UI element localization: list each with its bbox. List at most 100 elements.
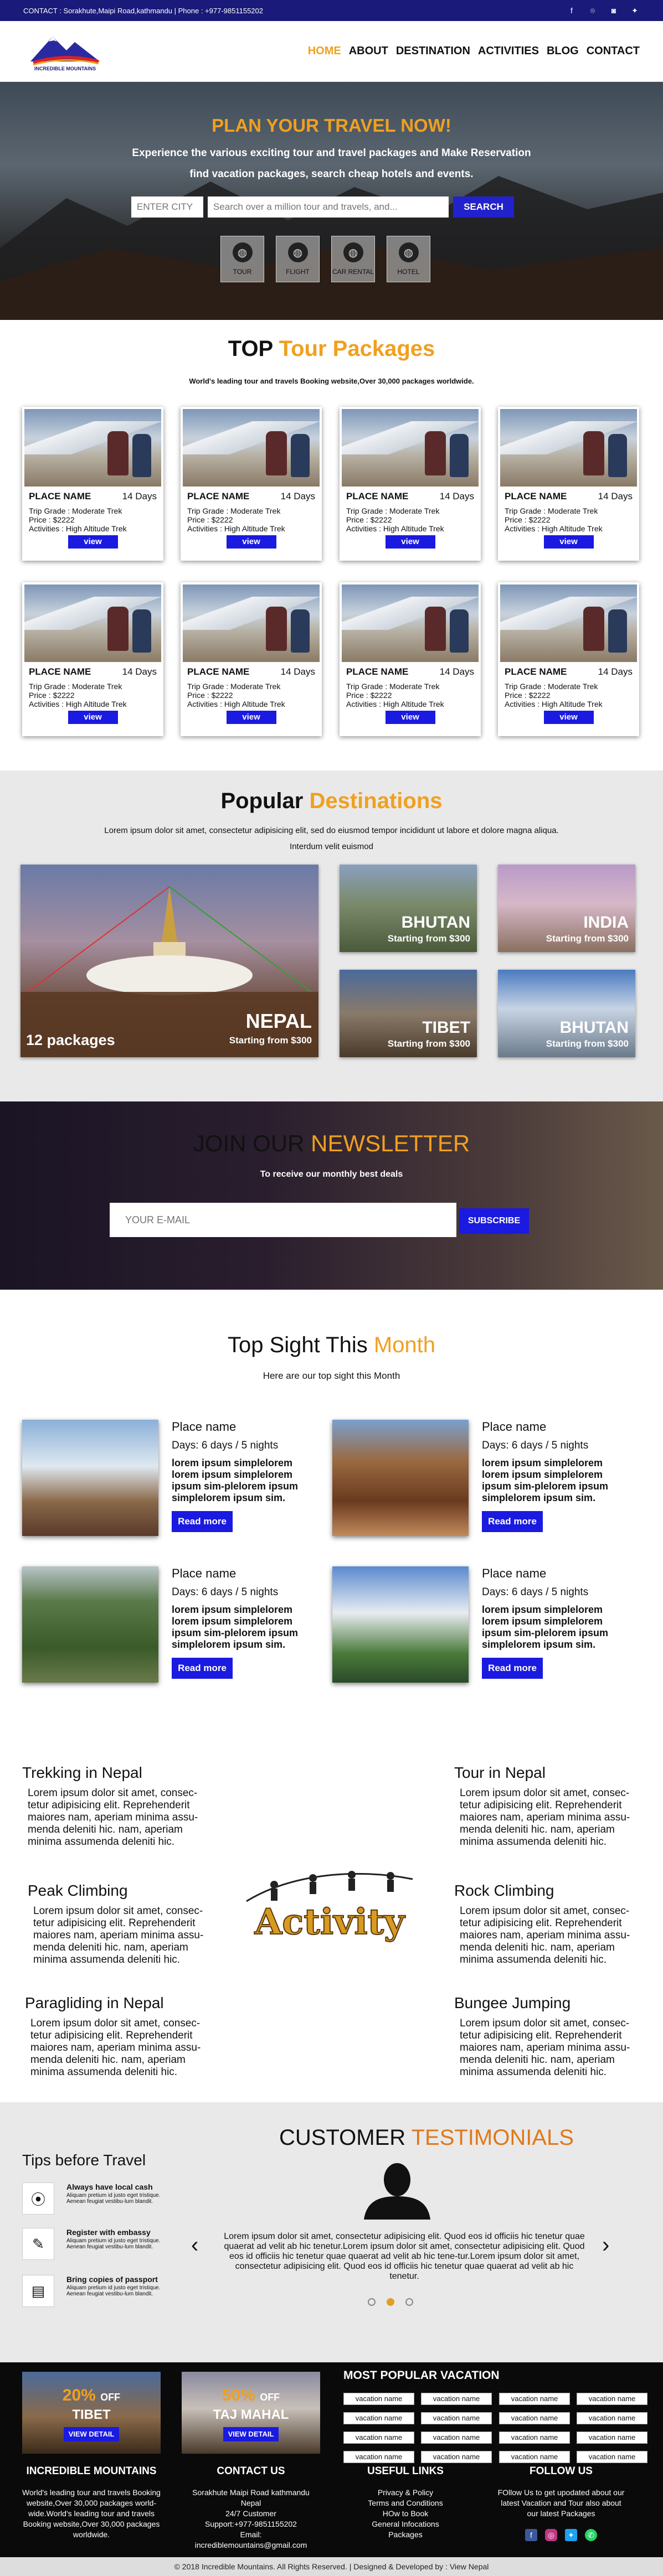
vacation-tag[interactable]: vacation name <box>577 2432 647 2444</box>
activity-item[interactable]: Rock Climbing Lorem ipsum dolor sit amet,… <box>454 1882 643 1966</box>
newsletter-section <box>0 1101 663 1290</box>
vacation-tag[interactable]: vacation name <box>499 2393 570 2405</box>
package-count: 12 packages <box>26 1032 115 1048</box>
carousel-dot[interactable] <box>405 2298 413 2306</box>
tips-title: Tips before Travel <box>22 2151 146 2169</box>
subscribe-button[interactable]: SUBSCRIBE <box>459 1208 529 1234</box>
vacation-tag[interactable]: vacation name <box>421 2393 492 2405</box>
view-button[interactable]: view <box>543 711 594 724</box>
newsletter-email-input[interactable] <box>110 1203 456 1237</box>
activity-item[interactable]: Bungee Jumping Lorem ipsum dolor sit amet… <box>454 1994 643 2078</box>
read-more-button[interactable]: Read more <box>482 1658 543 1679</box>
footer-link[interactable]: Terms and Conditions <box>339 2498 472 2508</box>
twitter-icon[interactable]: ✦ <box>565 2529 577 2541</box>
nav-activities[interactable]: ACTIVITIES <box>478 45 539 58</box>
footer-follow-text: FOllow Us to get upodated about our late… <box>497 2488 625 2518</box>
destination-india[interactable]: INDIA Starting from $300 <box>498 865 635 952</box>
category-tour[interactable]: ◍ TOUR <box>220 236 264 282</box>
category-flight[interactable]: ◍ FLIGHT <box>276 236 320 282</box>
vacation-tag[interactable]: vacation name <box>343 2393 414 2405</box>
facebook-icon[interactable]: f <box>567 6 577 15</box>
offer-card-taj-mahal[interactable]: 50% OFF TAJ MAHAL VIEW DETAIL <box>182 2372 320 2454</box>
vacation-tag[interactable]: vacation name <box>499 2412 570 2424</box>
read-more-button[interactable]: Read more <box>172 1511 233 1532</box>
vacation-tag[interactable]: vacation name <box>421 2432 492 2444</box>
footer-contact-line: Email: incrediblemountains@gmail.com <box>194 2530 307 2549</box>
offer-card-tibet[interactable]: 20% OFF TIBET VIEW DETAIL <box>22 2372 161 2454</box>
package-grade: Trip Grade : Moderate Trek <box>187 506 281 515</box>
view-button[interactable]: view <box>68 535 118 549</box>
carousel-dot-active[interactable] <box>387 2298 394 2306</box>
destination-bhutan-1[interactable]: BHUTAN Starting from $300 <box>340 865 477 952</box>
package-days: 14 Days <box>122 491 157 501</box>
destinations-title-b: Destinations <box>309 789 443 813</box>
nav-contact[interactable]: CONTACT <box>587 45 640 58</box>
search-input[interactable] <box>208 196 449 218</box>
footer-link[interactable]: Privacy & Policy <box>339 2487 472 2498</box>
vacation-tag[interactable]: vacation name <box>577 2451 647 2463</box>
package-days: 14 Days <box>439 666 474 677</box>
github-icon[interactable]: ⌾ <box>588 6 598 15</box>
view-button[interactable]: view <box>226 535 276 549</box>
instagram-icon[interactable]: ◙ <box>609 6 619 15</box>
city-input[interactable] <box>131 196 203 218</box>
view-detail-button[interactable]: VIEW DETAIL <box>64 2427 119 2441</box>
package-image <box>342 584 479 662</box>
view-detail-button[interactable]: VIEW DETAIL <box>223 2427 279 2441</box>
activity-item[interactable]: Tour in Nepal Lorem ipsum dolor sit amet,… <box>454 1764 643 1848</box>
activity-item[interactable]: Trekking in Nepal Lorem ipsum dolor sit a… <box>22 1764 210 1848</box>
destination-nepal[interactable]: 12 packages NEPAL Starting from $300 <box>20 865 318 1057</box>
twitter-icon[interactable]: ✦ <box>630 6 640 15</box>
package-price: Price : $2222 <box>346 515 392 524</box>
site-logo[interactable]: INCREDIBLE MOUNTAINS <box>28 28 102 75</box>
package-card: PLACE NAME 14 Days Trip Grade : Moderate T… <box>22 582 163 736</box>
package-grade: Trip Grade : Moderate Trek <box>505 506 598 515</box>
nav-home[interactable]: HOME <box>308 45 341 58</box>
vacation-tag[interactable]: vacation name <box>421 2412 492 2424</box>
read-more-button[interactable]: Read more <box>482 1511 543 1532</box>
copyright: © 2018 Incredible Mountains. All Rights … <box>0 2557 663 2576</box>
view-button[interactable]: view <box>68 711 118 724</box>
view-button[interactable]: view <box>543 535 594 549</box>
prev-arrow-icon[interactable]: ‹ <box>191 2233 198 2258</box>
destination-bhutan-2[interactable]: BHUTAN Starting from $300 <box>498 970 635 1057</box>
destination-price: Starting from $300 <box>229 1035 312 1046</box>
facebook-icon[interactable]: f <box>525 2529 537 2541</box>
whatsapp-icon[interactable]: ✆ <box>585 2529 597 2541</box>
activity-item[interactable]: Peak Climbing Lorem ipsum dolor sit amet,… <box>28 1882 216 1966</box>
vacation-tag[interactable]: vacation name <box>499 2432 570 2444</box>
nav-about[interactable]: ABOUT <box>349 45 388 58</box>
destination-price: Starting from $300 <box>387 1038 470 1049</box>
nav-blog[interactable]: BLOG <box>547 45 579 58</box>
view-button[interactable]: view <box>385 711 435 724</box>
view-button[interactable]: view <box>226 711 276 724</box>
nav-destination[interactable]: DESTINATION <box>396 45 470 58</box>
package-price: Price : $2222 <box>29 515 75 524</box>
vacation-tag[interactable]: vacation name <box>343 2412 414 2424</box>
globe-icon: ◍ <box>287 242 308 262</box>
vacation-tag[interactable]: vacation name <box>499 2451 570 2463</box>
destination-tibet[interactable]: TIBET Starting from $300 <box>340 970 477 1057</box>
read-more-button[interactable]: Read more <box>172 1658 233 1679</box>
sight-name: Place name <box>482 1566 547 1580</box>
footer-link[interactable]: HOw to Book <box>339 2508 472 2519</box>
instagram-icon[interactable]: ◎ <box>545 2529 557 2541</box>
package-activities: Activities : High Altitude Trek <box>346 700 444 708</box>
footer-link[interactable]: Packages <box>339 2530 472 2540</box>
next-arrow-icon[interactable]: › <box>602 2233 609 2258</box>
footer-about-text: World's leading tour and travels Booking… <box>22 2488 161 2539</box>
vacation-tag[interactable]: vacation name <box>421 2451 492 2463</box>
vacation-tag[interactable]: vacation name <box>343 2432 414 2444</box>
category-hotel[interactable]: ◍ HOTEL <box>387 236 430 282</box>
category-car-rental[interactable]: ◍ CAR RENTAL <box>331 236 375 282</box>
view-button[interactable]: view <box>385 535 435 549</box>
footer-link[interactable]: General Infocations <box>339 2519 472 2530</box>
vacation-tag[interactable]: vacation name <box>577 2412 647 2424</box>
vacation-tag[interactable]: vacation name <box>577 2393 647 2405</box>
carousel-dot[interactable] <box>368 2298 376 2306</box>
search-button[interactable]: SEARCH <box>453 196 514 218</box>
package-name: PLACE NAME <box>505 666 567 677</box>
packages-title-a: TOP <box>228 337 273 361</box>
vacation-tag[interactable]: vacation name <box>343 2451 414 2463</box>
activity-item[interactable]: Paragliding in Nepal Lorem ipsum dolor si… <box>25 1994 213 2078</box>
